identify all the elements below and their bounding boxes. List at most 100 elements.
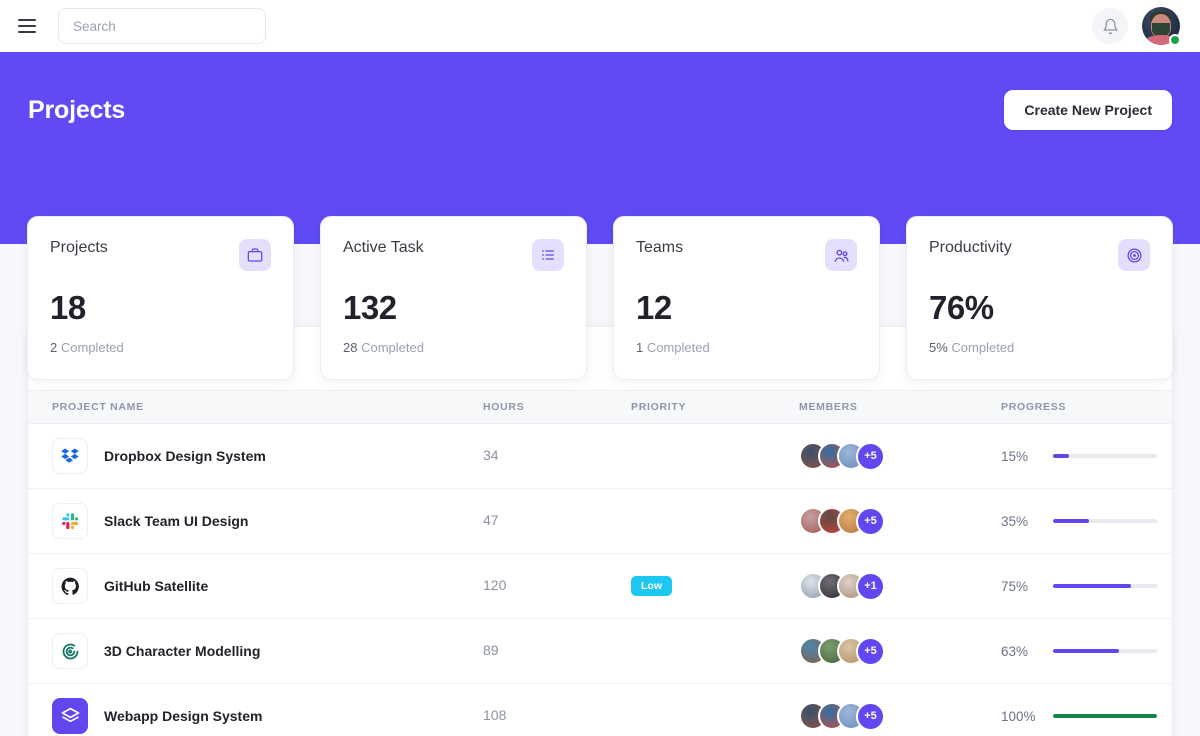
page-header-row: Projects Create New Project: [28, 90, 1172, 130]
hours-value: 120: [483, 577, 506, 593]
cell-hours: 34: [483, 424, 631, 489]
stat-value: 76%: [929, 289, 1150, 327]
cell-project-name: Webapp Design System: [28, 684, 483, 736]
progress-track: [1053, 519, 1157, 523]
active-projects-panel: Active Projects PROJECT NAME HOURS PRIOR…: [27, 326, 1173, 736]
progress-percent-label: 35%: [1001, 514, 1039, 529]
member-overflow-badge[interactable]: +1: [856, 572, 885, 601]
hours-value: 89: [483, 642, 499, 658]
hamburger-menu-icon[interactable]: [18, 13, 44, 39]
cell-priority: [631, 684, 799, 736]
stat-value: 132: [343, 289, 564, 327]
stat-sub-label: Completed: [361, 340, 424, 355]
progress-track: [1053, 649, 1157, 653]
stat-card-teams[interactable]: Teams 12 1 Completed: [613, 216, 880, 380]
table-row[interactable]: GitHub Satellite120 Low +1 75%: [28, 554, 1172, 619]
cell-project-name: GitHub Satellite: [28, 554, 483, 619]
stat-subtext: 1 Completed: [636, 340, 857, 355]
priority-badge: Low: [631, 576, 672, 596]
member-overflow-badge[interactable]: +5: [856, 442, 885, 471]
hours-value: 108: [483, 707, 506, 723]
stat-value: 18: [50, 289, 271, 327]
hours-value: 47: [483, 512, 499, 528]
progress-percent-label: 63%: [1001, 644, 1039, 659]
member-overflow-badge[interactable]: +5: [856, 637, 885, 666]
stat-sub-count: 2: [50, 340, 57, 355]
github-logo-icon: [52, 568, 88, 604]
stat-sub-count: 5%: [929, 340, 948, 355]
stat-label: Active Task: [343, 239, 424, 257]
projects-table: PROJECT NAME HOURS PRIORITY MEMBERS PROG…: [28, 390, 1172, 736]
cell-members: +5: [799, 684, 1001, 736]
stat-value: 12: [636, 289, 857, 327]
stat-card-top: Projects: [50, 239, 271, 271]
member-overflow-badge[interactable]: +5: [856, 507, 885, 536]
hamburger-line: [18, 19, 36, 21]
stat-label: Productivity: [929, 239, 1012, 257]
online-status-dot: [1169, 34, 1181, 46]
progress-fill: [1053, 714, 1157, 718]
progress-track: [1053, 454, 1157, 458]
user-avatar-wrapper[interactable]: [1142, 7, 1180, 45]
cell-hours: 120: [483, 554, 631, 619]
progress-fill: [1053, 649, 1119, 653]
column-header-project-name: PROJECT NAME: [28, 391, 483, 424]
member-overflow-badge[interactable]: +5: [856, 702, 885, 731]
stat-card-list: Projects 18 2 Completed Active Task: [0, 216, 1200, 380]
cell-hours: 89: [483, 619, 631, 684]
cell-priority: [631, 424, 799, 489]
stat-subtext: 28 Completed: [343, 340, 564, 355]
stat-label: Projects: [50, 239, 108, 257]
create-new-project-button[interactable]: Create New Project: [1004, 90, 1172, 130]
member-avatar-group: +1: [799, 572, 1001, 601]
cell-members: +5: [799, 424, 1001, 489]
table-body: Dropbox Design System34+515%Slack Team U…: [28, 424, 1172, 736]
cell-priority: Low: [631, 554, 799, 619]
stat-card-productivity[interactable]: Productivity 76% 5% Completed: [906, 216, 1173, 380]
stat-subtext: 2 Completed: [50, 340, 271, 355]
search-input[interactable]: [58, 8, 266, 44]
stat-card-top: Teams: [636, 239, 857, 271]
top-bar: [0, 0, 1200, 52]
project-name-label: 3D Character Modelling: [104, 643, 260, 659]
dropbox-logo-icon: [52, 438, 88, 474]
slack-logo-icon: [52, 503, 88, 539]
progress-percent-label: 100%: [1001, 709, 1039, 724]
briefcase-icon: [239, 239, 271, 271]
cell-members: +5: [799, 489, 1001, 554]
bell-icon: [1102, 18, 1119, 35]
cell-progress: 15%: [1001, 424, 1172, 489]
progress-cell: 75%: [1001, 579, 1172, 594]
table-row[interactable]: Slack Team UI Design 47 +5 35%: [28, 489, 1172, 554]
stat-card-top: Active Task: [343, 239, 564, 271]
stat-card-projects[interactable]: Projects 18 2 Completed: [27, 216, 294, 380]
project-name-label: Slack Team UI Design: [104, 513, 248, 529]
progress-percent-label: 75%: [1001, 579, 1039, 594]
member-avatar-group: +5: [799, 637, 1001, 666]
layers-logo-icon: [52, 698, 88, 734]
progress-fill: [1053, 519, 1089, 523]
table-row[interactable]: Webapp Design System108 +5 100%: [28, 684, 1172, 736]
table-head: PROJECT NAME HOURS PRIORITY MEMBERS PROG…: [28, 391, 1172, 424]
table-row[interactable]: Dropbox Design System34+515%: [28, 424, 1172, 489]
top-bar-actions: [1092, 7, 1180, 45]
column-header-progress: PROGRESS: [1001, 391, 1172, 424]
stat-card-active-task[interactable]: Active Task 132 28 Completed: [320, 216, 587, 380]
member-avatar-group: +5: [799, 442, 1001, 471]
table-row[interactable]: 3D Character Modelling 89 +5 63%: [28, 619, 1172, 684]
column-header-hours: HOURS: [483, 391, 631, 424]
progress-percent-label: 15%: [1001, 449, 1039, 464]
cell-progress: 100%: [1001, 684, 1172, 736]
stat-sub-label: Completed: [647, 340, 710, 355]
member-avatar-group: +5: [799, 702, 1001, 731]
cell-members: +1: [799, 554, 1001, 619]
project-name-cell: GitHub Satellite: [28, 568, 483, 604]
spiral-logo-icon: [52, 633, 88, 669]
project-name-cell: 3D Character Modelling: [28, 633, 483, 669]
cell-progress: 63%: [1001, 619, 1172, 684]
notifications-button[interactable]: [1092, 8, 1128, 44]
project-name-cell: Webapp Design System: [28, 698, 483, 734]
progress-fill: [1053, 454, 1069, 458]
list-icon: [532, 239, 564, 271]
stat-subtext: 5% Completed: [929, 340, 1150, 355]
